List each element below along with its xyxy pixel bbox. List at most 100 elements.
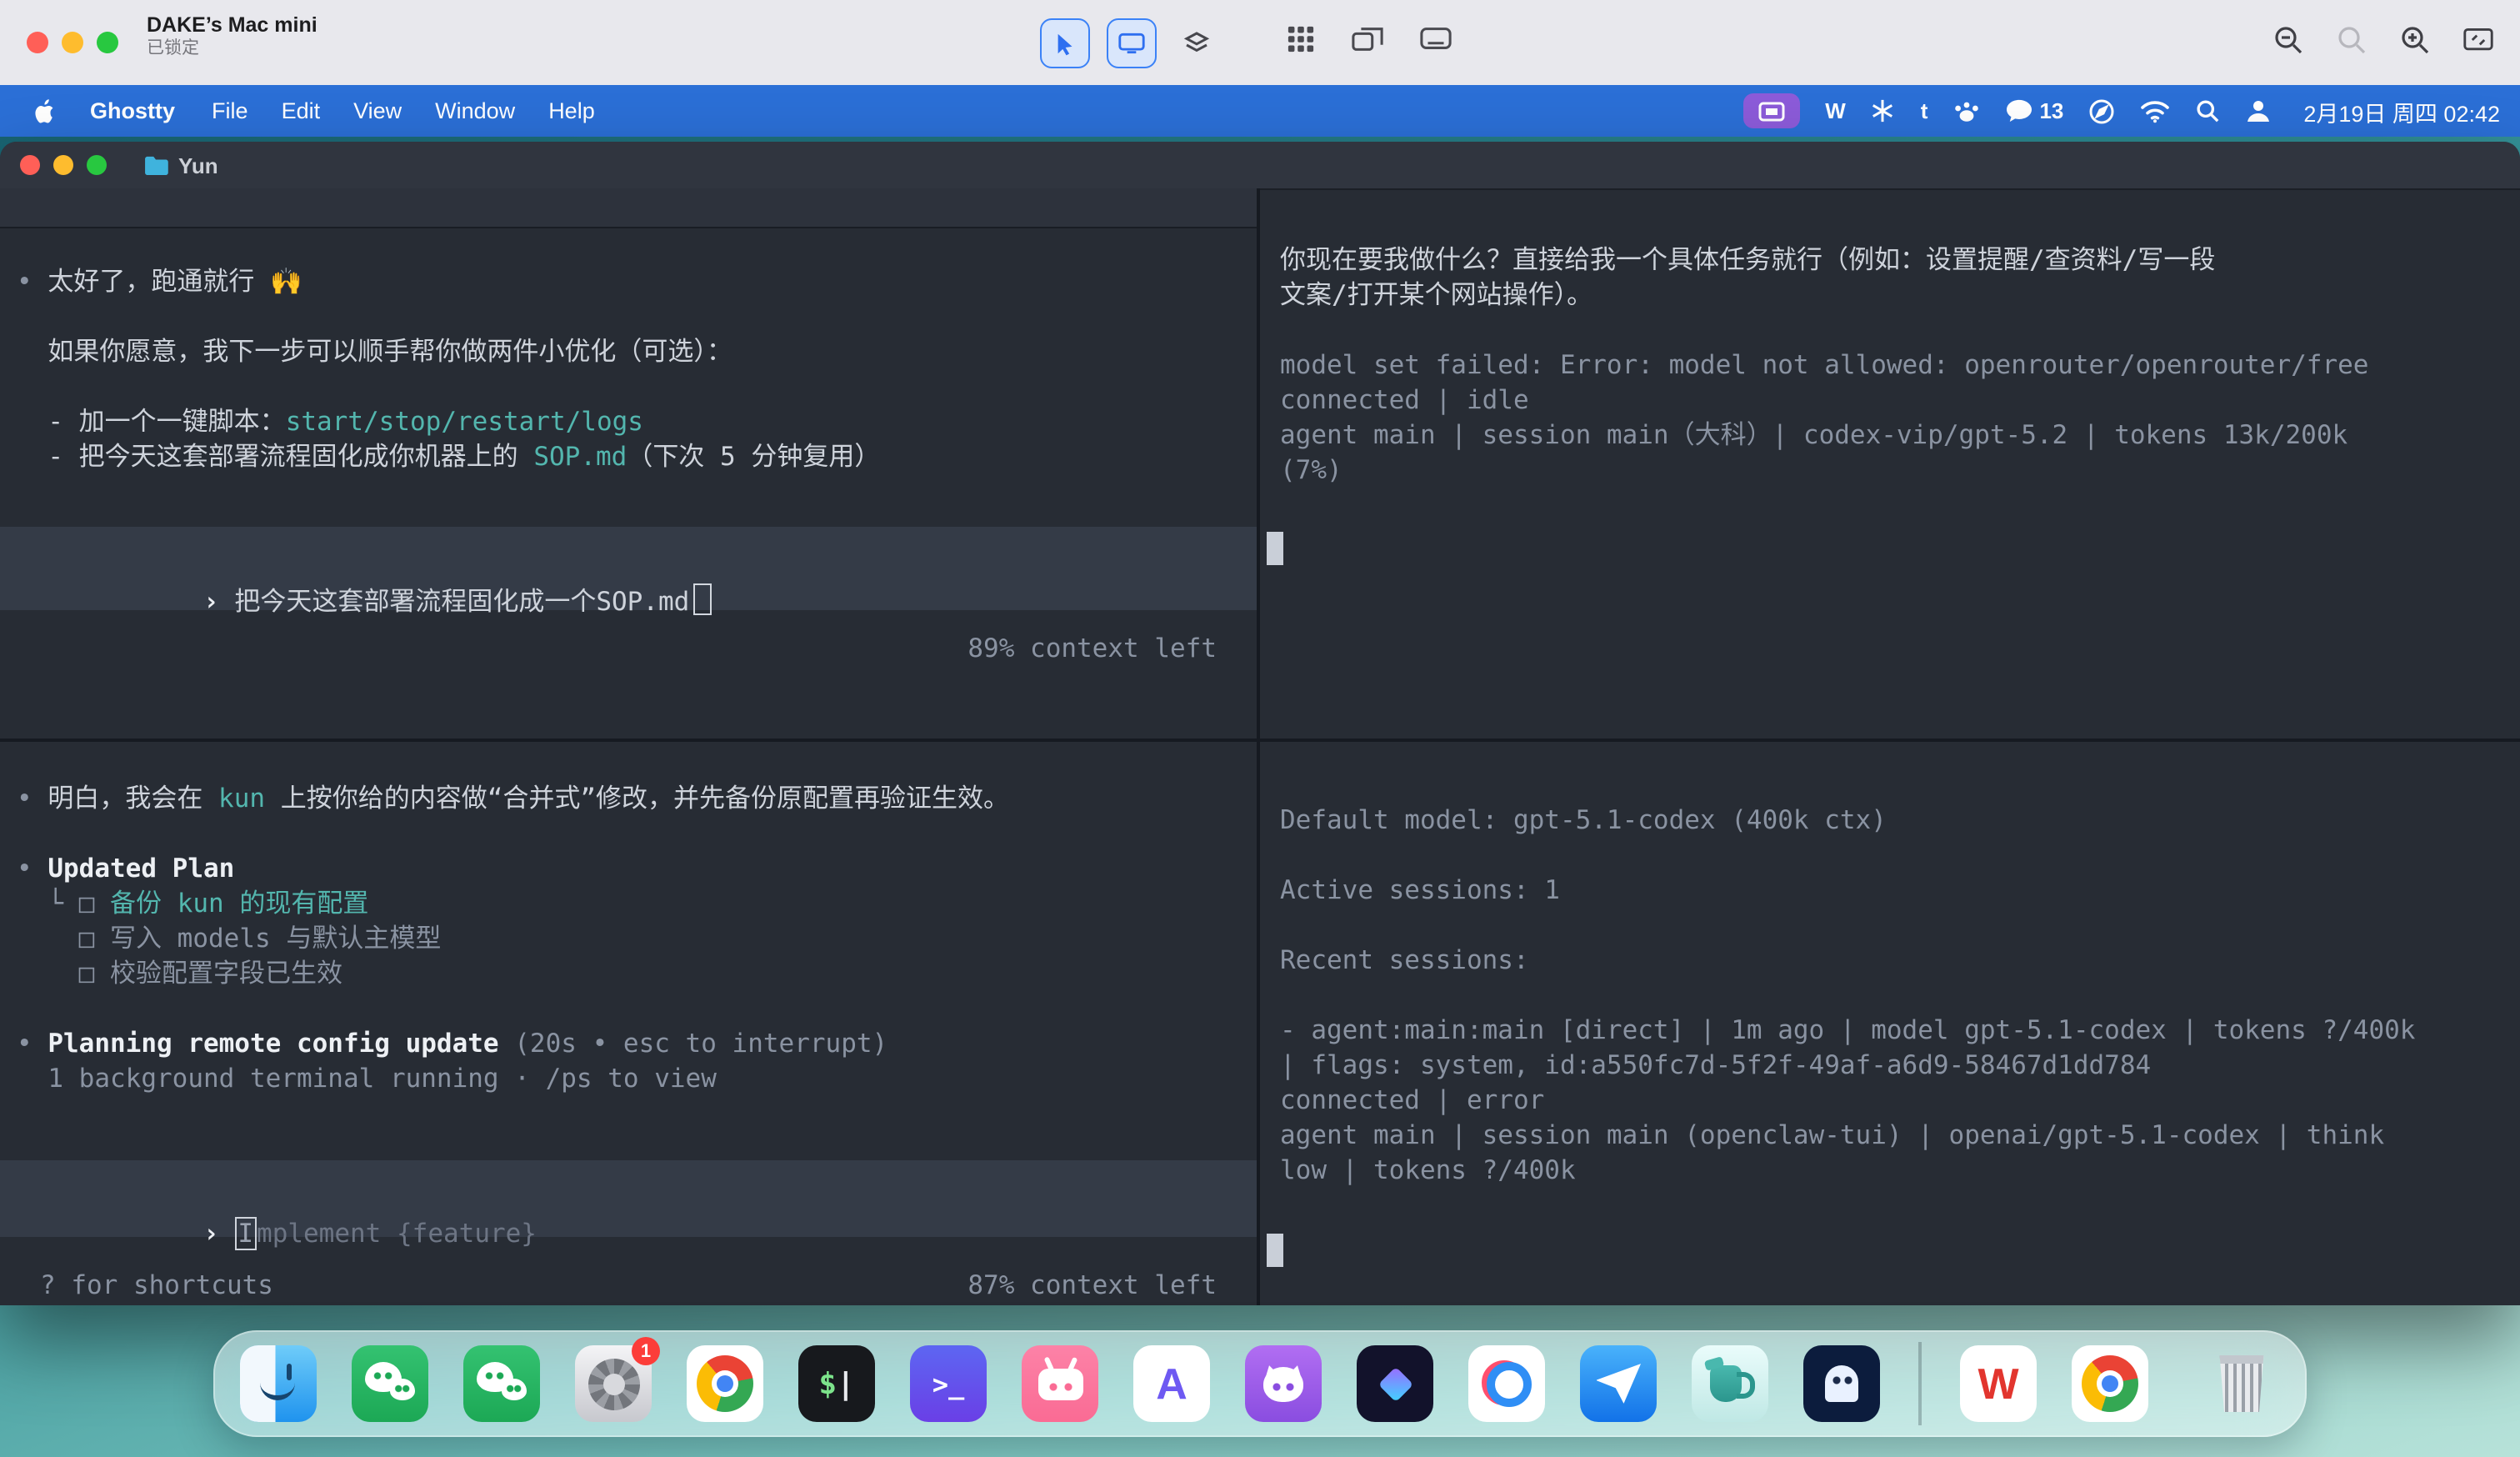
dock-trash-icon[interactable] — [2203, 1345, 2280, 1422]
arc-letter: A — [1156, 1358, 1188, 1408]
wps-status-icon[interactable]: W — [1825, 98, 1846, 123]
terminal-cursor — [1267, 532, 1283, 565]
dock: 1 $ | >_ A W — [213, 1330, 2307, 1437]
pane-left: • 太好了，跑通就行 🙌 如果你愿意，我下一步可以顺手帮你做两件小优化（可选）：… — [0, 188, 1257, 1305]
dock-cat-app-icon[interactable] — [1245, 1345, 1322, 1422]
paw-icon[interactable] — [1952, 98, 1979, 123]
dock-separator — [1918, 1342, 1922, 1425]
menu-clock[interactable]: 2月19日 周四 02:42 — [2297, 94, 2500, 128]
menu-bar: Ghostty File Edit View Window Help W t 1… — [0, 85, 2520, 137]
window-minimize-button[interactable] — [53, 155, 73, 175]
left-pane-top-strip — [0, 188, 1257, 228]
search-icon[interactable] — [2195, 98, 2220, 123]
prompt-chevron: › — [202, 587, 219, 617]
snowflake-icon[interactable] — [1871, 98, 1896, 123]
prompt-chevron-2: › — [202, 1219, 219, 1249]
input-placeholder: mplement {feature} — [257, 1219, 537, 1249]
circles-icon — [1482, 1359, 1532, 1409]
app-grid-icon[interactable] — [1287, 25, 1315, 53]
prompt-input-text — [219, 587, 235, 617]
remote-window-controls[interactable] — [27, 32, 118, 53]
shortcuts-hint: ? for shortcuts — [40, 1270, 273, 1300]
dock-ghostty-icon[interactable] — [1803, 1345, 1880, 1422]
gear-icon — [588, 1358, 639, 1409]
window-title-bar[interactable]: Yun — [0, 142, 2520, 190]
dock-circles-app-icon[interactable] — [1468, 1345, 1545, 1422]
assistant-message: • 太好了，跑通就行 🙌 如果你愿意，我下一步可以顺手帮你做两件小优化（可选）：… — [17, 267, 881, 472]
cursor-tool-icon[interactable] — [1040, 18, 1090, 68]
agent-output-top: 你现在要我做什么？直接给我一个具体任务就行（例如：设置提醒/查资料/写一段 文案/… — [1280, 245, 2369, 485]
finder-face — [240, 1345, 317, 1422]
prompt-input-left-top[interactable]: › 把今天这套部署流程固化成一个SOP.md — [0, 527, 1257, 617]
terminal-cursor-2 — [1267, 1234, 1283, 1267]
windows-icon[interactable] — [1352, 26, 1383, 53]
close-button[interactable] — [27, 32, 48, 53]
menu-view[interactable]: View — [337, 85, 418, 137]
dock-wechat-2-icon[interactable] — [463, 1345, 540, 1422]
dock-bilibili-icon[interactable] — [1022, 1345, 1098, 1422]
dock-terminal-icon[interactable]: $ | — [798, 1345, 875, 1422]
context-left-indicator-2: 87% context left — [968, 1270, 1217, 1300]
wechat-status[interactable]: 13 — [2004, 98, 2063, 123]
agent-output-bottom: Default model: gpt-5.1-codex (400k ctx) … — [1280, 805, 2416, 1185]
zoom-button[interactable] — [97, 32, 118, 53]
remote-machine-status: 已锁定 — [147, 38, 199, 58]
wps-letter: W — [1978, 1358, 2019, 1408]
minimize-button[interactable] — [62, 32, 83, 53]
dock-gem-app-icon[interactable] — [1357, 1345, 1433, 1422]
folder-icon — [143, 155, 168, 175]
screen-control-icon[interactable] — [1107, 18, 1157, 68]
text-cursor — [692, 583, 712, 615]
screen: DAKE’s Mac mini 已锁定 Ghostty File Edit Vi… — [0, 0, 2520, 1457]
window-title: Yun — [178, 153, 218, 178]
menu-window[interactable]: Window — [418, 85, 532, 137]
wechat-icon — [2006, 99, 2032, 123]
jug-icon — [1709, 1365, 1754, 1402]
chat-bubble-icon-small — [502, 1379, 527, 1400]
context-left-indicator: 89% context left — [968, 633, 1217, 663]
fit-screen-icon[interactable] — [2463, 27, 2493, 53]
apple-menu-icon[interactable] — [20, 98, 70, 124]
pane-right: 你现在要我做什么？直接给我一个具体任务就行（例如：设置提醒/查资料/写一段 文案/… — [1260, 188, 2520, 1305]
ghost-icon — [1825, 1365, 1858, 1402]
prompt-glyph: >_ — [932, 1368, 965, 1399]
compass-icon[interactable] — [2088, 98, 2115, 124]
layers-icon[interactable] — [1173, 20, 1220, 67]
t-app-status-icon[interactable]: t — [1921, 98, 1928, 123]
user-switch-icon[interactable] — [2245, 98, 2272, 123]
dock-system-settings-icon[interactable]: 1 — [575, 1337, 660, 1422]
menu-app-name[interactable]: Ghostty — [70, 85, 195, 137]
input-text[interactable]: 把今天这套部署流程固化成一个SOP.md — [234, 587, 689, 617]
menu-file[interactable]: File — [195, 85, 265, 137]
terminal-window: Yun • 太好了，跑通就行 🙌 如果你愿意，我下一步可以顺手帮你做两件小优化（… — [0, 142, 2520, 1305]
dock-arc-browser-icon[interactable]: A — [1133, 1345, 1210, 1422]
window-close-button[interactable] — [20, 155, 40, 175]
terminal-content: • 太好了，跑通就行 🙌 如果你愿意，我下一步可以顺手帮你做两件小优化（可选）：… — [0, 188, 2520, 1305]
dock-finder-icon[interactable] — [240, 1345, 317, 1422]
dock-wps-icon[interactable]: W — [1960, 1345, 2037, 1422]
screen-sharing-pill-icon[interactable] — [1743, 93, 1801, 128]
menu-help[interactable]: Help — [532, 85, 612, 137]
notification-badge: 1 — [632, 1337, 660, 1365]
dock-chrome-icon[interactable] — [687, 1345, 763, 1422]
dock-paper-plane-app-icon[interactable] — [1580, 1345, 1657, 1422]
status-row: ? for shortcuts 87% context left — [40, 1269, 1217, 1304]
dock-chrome-2-icon[interactable] — [2072, 1345, 2148, 1422]
dock-warp-terminal-icon[interactable]: >_ — [910, 1345, 987, 1422]
trash-basket-icon — [2219, 1355, 2264, 1412]
paper-plane-icon — [1596, 1364, 1641, 1404]
display-icon[interactable] — [1420, 27, 1452, 52]
wifi-icon[interactable] — [2140, 99, 2170, 123]
dock-wechat-icon[interactable] — [352, 1345, 428, 1422]
zoom-out-icon[interactable] — [2273, 25, 2303, 55]
menu-edit[interactable]: Edit — [265, 85, 338, 137]
zoom-reset-icon[interactable] — [2337, 25, 2367, 55]
chrome-logo-icon — [2082, 1355, 2138, 1412]
wechat-badge: 13 — [2039, 98, 2064, 123]
prompt-input-left-bottom[interactable]: › Implement {feature} — [0, 1160, 1257, 1250]
zoom-in-icon[interactable] — [2400, 25, 2430, 55]
window-zoom-button[interactable] — [87, 155, 107, 175]
dock-jug-app-icon[interactable] — [1692, 1345, 1768, 1422]
chat-bubble-icon-small — [390, 1379, 415, 1400]
dollar-glyph: $ — [818, 1366, 837, 1401]
